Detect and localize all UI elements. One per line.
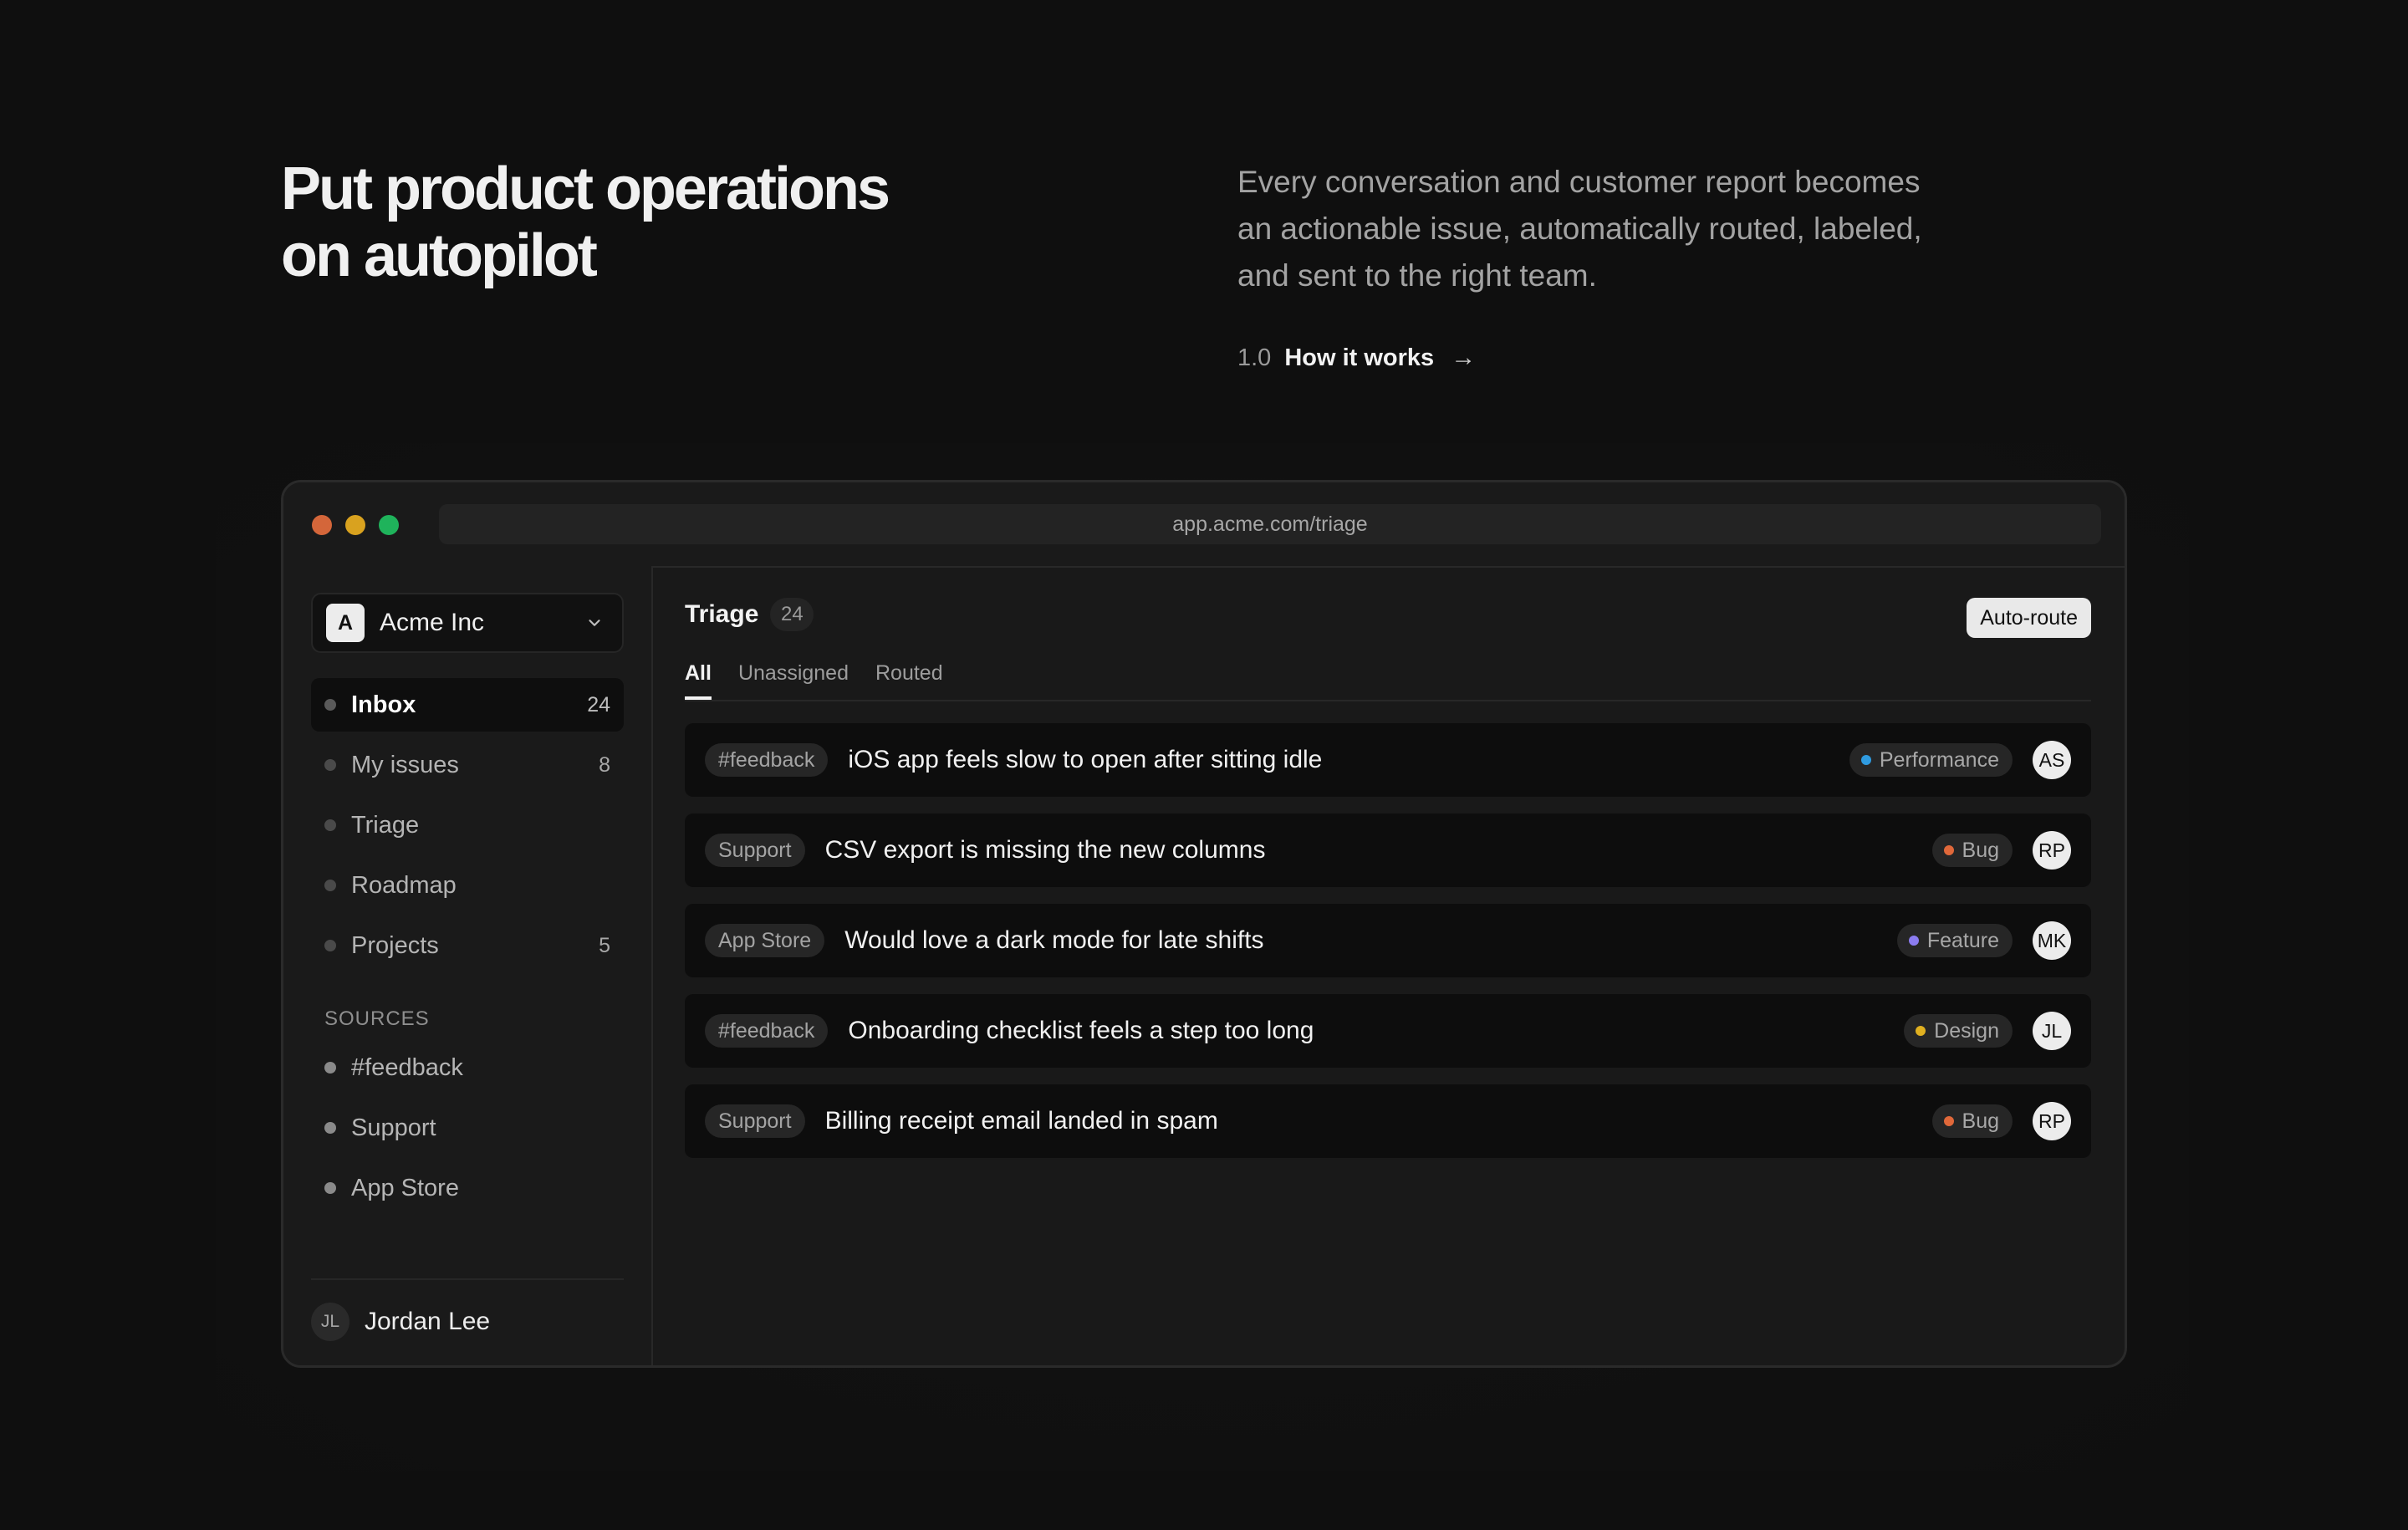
chevron-down-icon — [589, 620, 600, 626]
source-tag: #feedback — [705, 1014, 829, 1048]
hero-title: Put product operations on autopilot — [281, 156, 1033, 289]
label-color-dot — [1916, 1026, 1926, 1036]
assignee-avatar[interactable]: RP — [2033, 1102, 2071, 1140]
how-it-works-link[interactable]: 1.0 How it works → — [1237, 339, 1476, 376]
label-text: Feature — [1926, 928, 1999, 952]
tab-routed[interactable]: Routed — [875, 658, 943, 698]
source-item-app-store[interactable]: App Store — [311, 1161, 624, 1215]
dot-icon — [324, 880, 336, 891]
source-item-support[interactable]: Support — [311, 1101, 624, 1155]
label-tag[interactable]: Bug — [1931, 834, 2013, 867]
issue-row[interactable]: App Store Would love a dark mode for lat… — [685, 904, 2091, 977]
label-text: Performance — [1879, 747, 1999, 772]
sources-heading: SOURCES — [324, 1007, 430, 1030]
assignee-avatar[interactable]: RP — [2033, 831, 2071, 870]
sidebar-nav: Inbox 24 My issues 8 Triage Roadmap Proj… — [311, 678, 624, 979]
sources-list: #feedback Support App Store — [311, 1041, 624, 1221]
label-tag[interactable]: Feature — [1896, 924, 2013, 957]
sidebar-item-count: 5 — [599, 933, 610, 957]
label-color-dot — [1943, 1116, 1954, 1126]
dot-icon — [324, 1062, 336, 1074]
link-number: 1.0 — [1237, 344, 1272, 371]
sidebar-item-count: 8 — [599, 752, 610, 777]
workspace-switcher[interactable]: A Acme Inc — [311, 593, 624, 653]
sidebar: A Acme Inc Inbox 24 My issues 8 Triage R… — [283, 566, 653, 1365]
arrow-right-icon: → — [1451, 344, 1477, 371]
dot-icon — [324, 759, 336, 771]
tab-unassigned[interactable]: Unassigned — [738, 658, 849, 698]
user-name: Jordan Lee — [365, 1308, 491, 1335]
source-item-label: #feedback — [351, 1053, 463, 1081]
issue-row[interactable]: Support Billing receipt email landed in … — [685, 1084, 2091, 1158]
label-color-dot — [1943, 845, 1954, 855]
sidebar-item-label: Projects — [351, 931, 439, 959]
dot-icon — [324, 1122, 336, 1134]
triage-tabs: All Unassigned Routed — [685, 658, 2091, 701]
auto-route-button[interactable]: Auto-route — [1967, 598, 2091, 638]
sidebar-item-triage[interactable]: Triage — [311, 798, 624, 852]
maximize-window-button[interactable] — [379, 515, 399, 535]
issue-title: iOS app feels slow to open after sitting… — [848, 746, 1323, 773]
sidebar-item-count: 24 — [587, 692, 610, 717]
tab-all[interactable]: All — [685, 658, 712, 700]
issue-row[interactable]: #feedback iOS app feels slow to open aft… — [685, 723, 2091, 797]
browser-titlebar: app.acme.com/triage — [283, 482, 2125, 568]
dot-icon — [324, 819, 336, 831]
sidebar-item-label: Roadmap — [351, 871, 457, 899]
hero-title-line-2: on autopilot — [281, 222, 598, 289]
sidebar-item-roadmap[interactable]: Roadmap — [311, 859, 624, 912]
source-tag: Support — [705, 1104, 805, 1138]
workspace-name: Acme Inc — [380, 609, 485, 636]
issue-title: CSV export is missing the new columns — [824, 836, 1266, 864]
sidebar-item-label: Inbox — [351, 691, 416, 718]
workspace-avatar: A — [326, 604, 365, 642]
source-tag: Support — [705, 834, 805, 867]
address-bar[interactable]: app.acme.com/triage — [439, 504, 2101, 544]
label-text: Bug — [1962, 838, 1999, 862]
label-tag[interactable]: Bug — [1931, 1104, 2013, 1138]
label-tag[interactable]: Design — [1904, 1014, 2013, 1048]
sidebar-item-my-issues[interactable]: My issues 8 — [311, 738, 624, 792]
label-tag[interactable]: Performance — [1849, 743, 2013, 777]
assignee-avatar[interactable]: MK — [2033, 921, 2071, 960]
source-item-label: Support — [351, 1114, 436, 1141]
page-header: Triage 24 — [685, 598, 814, 631]
source-item-feedback[interactable]: #feedback — [311, 1041, 624, 1094]
label-text: Bug — [1962, 1109, 1999, 1133]
dot-icon — [324, 1182, 336, 1194]
label-color-dot — [1908, 936, 1919, 946]
issue-list: #feedback iOS app feels slow to open aft… — [685, 723, 2091, 1175]
hero-description: Every conversation and customer report b… — [1237, 165, 1922, 293]
sidebar-item-inbox[interactable]: Inbox 24 — [311, 678, 624, 732]
issue-row[interactable]: #feedback Onboarding checklist feels a s… — [685, 994, 2091, 1068]
dot-icon — [324, 940, 336, 951]
sidebar-item-label: Triage — [351, 811, 420, 839]
hero-title-line-1: Put product operations — [281, 156, 890, 222]
source-item-label: App Store — [351, 1174, 459, 1201]
sidebar-item-label: My issues — [351, 751, 459, 778]
main-panel: Triage 24 Auto-route All Unassigned Rout… — [653, 566, 2125, 1365]
sidebar-item-projects[interactable]: Projects 5 — [311, 919, 624, 972]
minimize-window-button[interactable] — [345, 515, 365, 535]
label-color-dot — [1860, 755, 1871, 765]
source-tag: #feedback — [705, 743, 829, 777]
close-window-button[interactable] — [312, 515, 332, 535]
dot-icon — [324, 699, 336, 711]
page-title: Triage — [685, 600, 759, 628]
issue-title: Would love a dark mode for late shifts — [844, 926, 1264, 954]
issue-title: Billing receipt email landed in spam — [824, 1107, 1218, 1135]
assignee-avatar[interactable]: JL — [2033, 1012, 2071, 1050]
issue-title: Onboarding checklist feels a step too lo… — [848, 1017, 1314, 1044]
link-label: How it works — [1284, 344, 1435, 371]
app-window: app.acme.com/triage A Acme Inc Inbox 24 … — [281, 480, 2127, 1368]
issue-count-badge: 24 — [770, 598, 814, 631]
source-tag: App Store — [705, 924, 825, 957]
assignee-avatar[interactable]: AS — [2033, 741, 2071, 779]
issue-row[interactable]: Support CSV export is missing the new co… — [685, 813, 2091, 887]
label-text: Design — [1934, 1018, 1999, 1043]
user-profile[interactable]: JL Jordan Lee — [311, 1278, 624, 1364]
user-avatar: JL — [311, 1303, 349, 1341]
